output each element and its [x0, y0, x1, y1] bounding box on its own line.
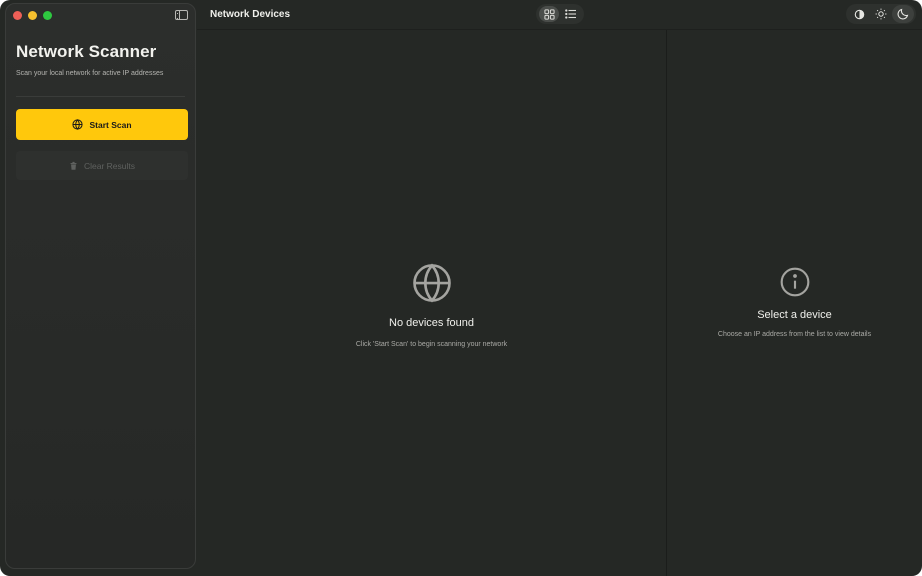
sidebar-toggle-icon[interactable] [175, 10, 188, 20]
devices-empty-state: No devices found Click 'Start Scan' to b… [197, 262, 666, 348]
app-title: Network Scanner [16, 42, 157, 61]
sidebar: Network Scanner Scan your local network … [5, 3, 196, 569]
page-title: Network Devices [210, 9, 291, 20]
sun-icon [875, 8, 887, 20]
start-scan-button[interactable]: Start Scan [16, 109, 188, 140]
globe-icon [412, 263, 451, 303]
details-title: Select a device [757, 309, 832, 321]
details-empty-state: Select a device Choose an IP address fro… [667, 266, 922, 338]
theme-switcher [846, 4, 916, 24]
trash-icon [70, 161, 77, 170]
clear-results-label: Clear Results [83, 160, 136, 171]
empty-title: No devices found [389, 317, 474, 329]
sidebar-divider [16, 96, 185, 97]
globe-icon [72, 119, 84, 130]
grid-view-button[interactable] [539, 6, 559, 22]
system-theme-button[interactable] [848, 5, 870, 23]
info-icon [780, 267, 809, 297]
light-theme-button[interactable] [870, 5, 892, 23]
details-subtitle: Choose an IP address from the list to vi… [717, 331, 872, 338]
minimize-window-button[interactable] [28, 11, 37, 20]
contrast-icon [854, 9, 864, 19]
header-divider [197, 29, 922, 30]
app-window: Network Scanner Scan your local network … [0, 0, 922, 576]
app-subtitle: Scan your local network for active IP ad… [16, 70, 164, 77]
empty-subtitle: Click 'Start Scan' to begin scanning you… [355, 341, 508, 348]
list-icon [565, 9, 576, 19]
window-controls [13, 11, 52, 20]
close-window-button[interactable] [13, 11, 22, 20]
grid-icon [543, 8, 555, 20]
moon-icon [897, 8, 909, 20]
dark-theme-button[interactable] [892, 5, 914, 23]
clear-results-button[interactable]: Clear Results [16, 151, 188, 180]
view-mode-toggle [536, 4, 584, 24]
list-view-button[interactable] [561, 6, 581, 22]
zoom-window-button[interactable] [43, 11, 52, 20]
start-scan-label: Start Scan [89, 119, 132, 130]
